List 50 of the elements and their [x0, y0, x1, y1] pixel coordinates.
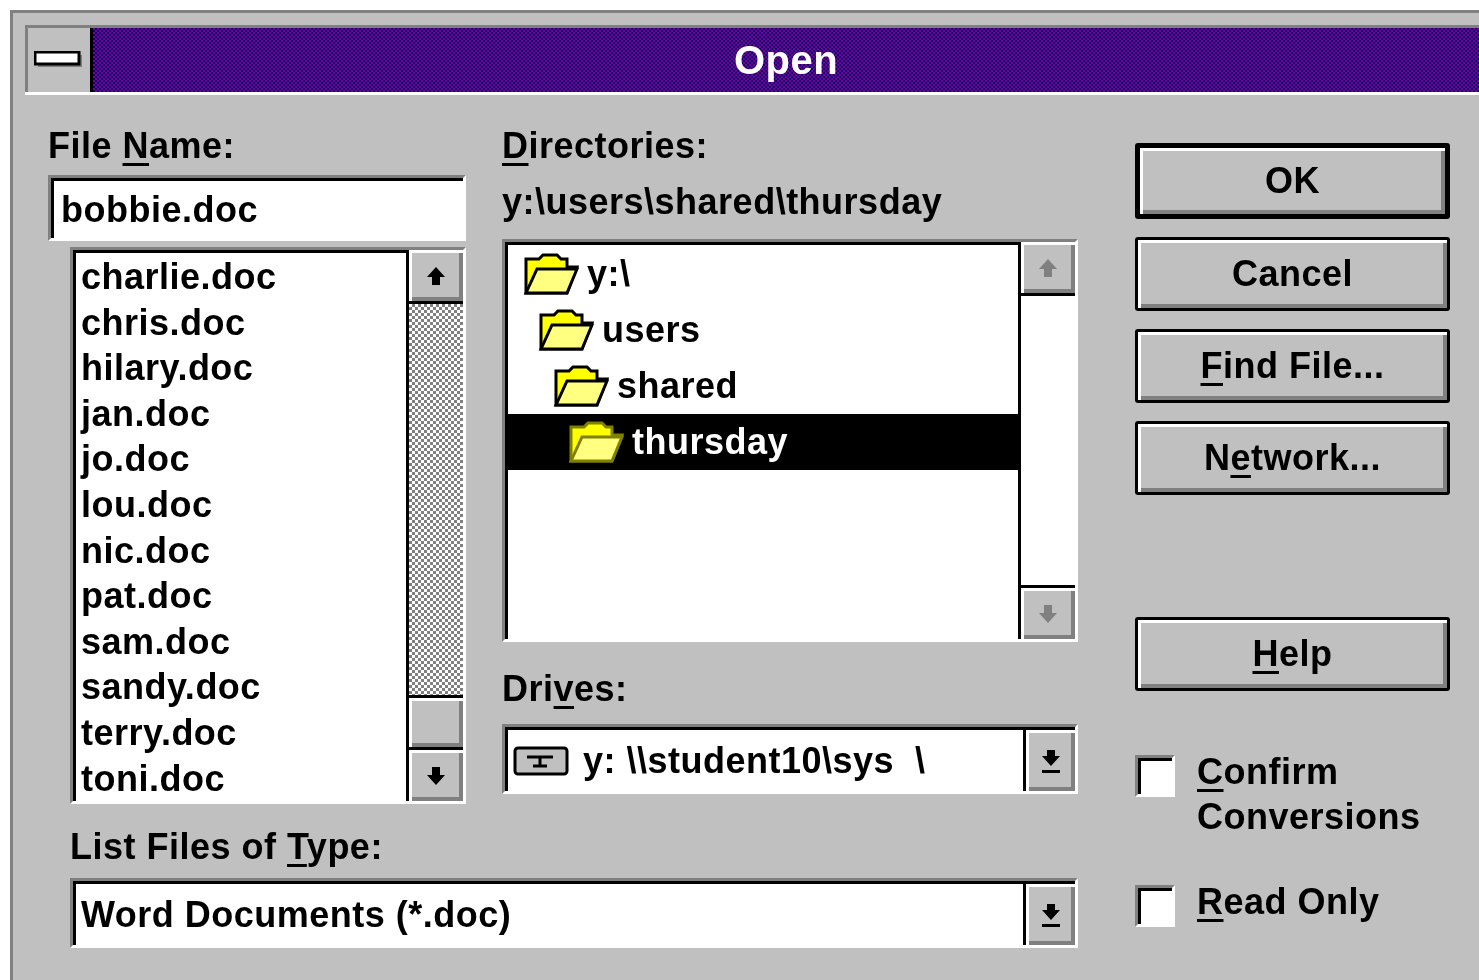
scroll-up-button[interactable]	[1021, 242, 1075, 296]
file-item[interactable]: terry.doc	[81, 709, 406, 756]
dialog-button[interactable]: Cancel	[1135, 237, 1450, 311]
file-item[interactable]: hilary.doc	[81, 345, 406, 391]
file-item[interactable]: pat.doc	[81, 573, 406, 619]
file-item[interactable]: sam.doc	[81, 618, 406, 665]
field-label: List Files of Type:	[70, 826, 384, 868]
checkbox[interactable]	[1135, 885, 1175, 927]
scroll-up-button[interactable]	[409, 250, 463, 304]
file-item[interactable]: toni.doc	[81, 755, 406, 802]
scroll-down-button[interactable]	[1021, 585, 1075, 639]
field-label: File Name:	[48, 125, 237, 167]
file-item[interactable]: chris.doc	[81, 299, 406, 346]
dialog-button[interactable]: Network...	[1135, 421, 1450, 495]
dropdown-field[interactable]: Word Documents (*.doc)	[70, 878, 1078, 948]
file-item[interactable]: charlie.doc	[81, 254, 406, 300]
checkbox-label: Confirm Conversions	[1197, 750, 1422, 839]
dialog-button[interactable]: Help	[1135, 617, 1450, 691]
system-menu-button[interactable]	[25, 28, 93, 92]
file-item[interactable]: sandy.doc	[81, 664, 406, 710]
dropdown-field[interactable]: y: \\student10\sys \	[502, 724, 1078, 794]
field-label: Directories:	[502, 125, 710, 167]
directory-item[interactable]: thursday	[505, 414, 1018, 470]
file-item[interactable]: jan.doc	[81, 390, 406, 437]
dialog-button[interactable]: Find File...	[1135, 329, 1450, 403]
directory-item[interactable]: y:\	[505, 246, 1018, 302]
checkbox-label: Read Only	[1197, 880, 1381, 924]
file-item[interactable]: jo.doc	[81, 436, 406, 482]
folder-icon	[553, 365, 609, 407]
scroll-down-button[interactable]	[409, 747, 463, 801]
file-item[interactable]: nic.doc	[81, 527, 406, 574]
dropdown-value: Word Documents (*.doc)	[81, 893, 512, 936]
minus-icon	[34, 51, 84, 69]
dropdown-button[interactable]	[1023, 881, 1075, 945]
directory-item[interactable]: users	[505, 302, 1018, 358]
dropdown-button[interactable]	[1023, 727, 1075, 791]
dialog-button[interactable]: OK	[1135, 143, 1450, 219]
field-label: Drives:	[502, 668, 629, 710]
window-title: Open	[733, 37, 839, 83]
folder-icon	[523, 253, 579, 295]
dropdown-value: y: \\student10\sys \	[583, 739, 926, 782]
file-name-field[interactable]: bobbie.doc	[48, 175, 466, 241]
scrollbar-thumb[interactable]	[409, 695, 463, 747]
drive-icon	[513, 745, 569, 776]
folder-icon	[568, 421, 624, 463]
directory-path: y:\users\shared\thursday	[502, 181, 944, 223]
file-item[interactable]: lou.doc	[81, 481, 406, 528]
folder-icon	[538, 309, 594, 351]
checkbox[interactable]	[1135, 755, 1175, 797]
directory-item[interactable]: shared	[505, 358, 1018, 414]
